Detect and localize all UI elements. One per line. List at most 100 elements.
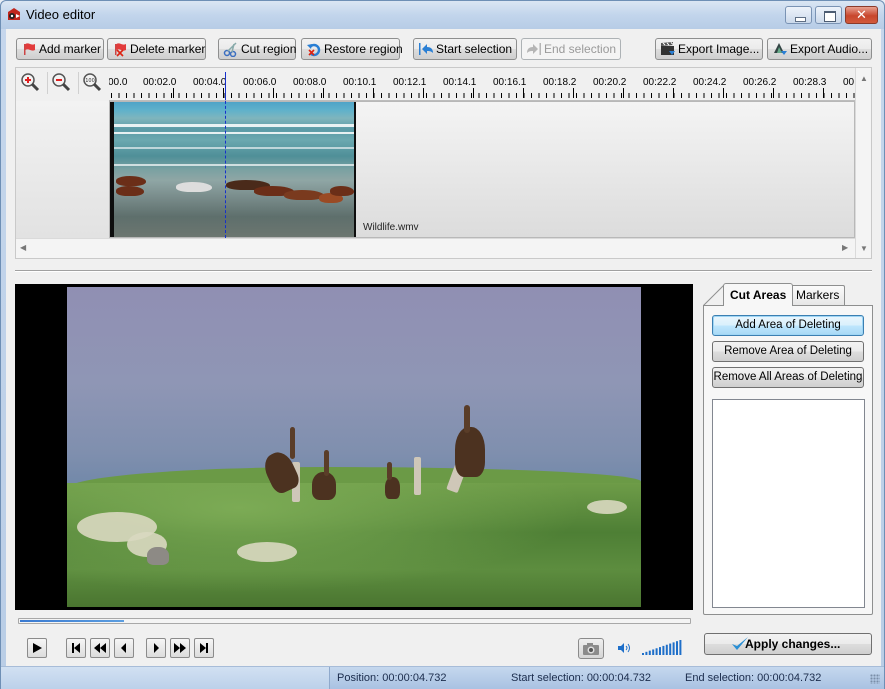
scissors-icon — [223, 42, 237, 57]
step-back-button[interactable] — [114, 638, 134, 658]
snapshot-button[interactable] — [578, 638, 604, 659]
skip-to-start-icon — [72, 643, 80, 653]
cut-areas-list[interactable] — [712, 399, 865, 608]
tab-edge-decoration — [703, 285, 724, 306]
add-marker-button[interactable]: Add marker — [16, 38, 104, 60]
ruler-major-tick — [573, 88, 574, 98]
progress-fill — [20, 620, 124, 622]
video-clip[interactable] — [110, 102, 356, 237]
volume-bar — [662, 645, 665, 655]
timeline-horizontal-scrollbar[interactable]: ◀ ▶ — [16, 238, 855, 258]
scroll-down-arrow-icon[interactable]: ▼ — [860, 244, 868, 253]
end-selection-label: End selection — [544, 42, 617, 56]
zoom-in-button[interactable] — [19, 72, 45, 94]
red-flag-icon — [24, 43, 35, 55]
ruler-major-tick — [723, 88, 724, 98]
volume-slider[interactable] — [641, 639, 683, 655]
ruler-label: 00:04.0 — [193, 77, 227, 88]
video-preview[interactable] — [15, 284, 693, 610]
title-bar[interactable]: Video editor ✕ — [1, 1, 884, 29]
fast-forward-icon — [174, 643, 186, 653]
ruler-label: 00:14.1 — [443, 77, 477, 88]
audio-export-icon — [774, 43, 787, 55]
volume-bar — [672, 642, 675, 655]
zoom-actual-size-icon: 100 — [83, 73, 102, 92]
close-icon: ✕ — [856, 7, 867, 22]
step-forward-button[interactable] — [146, 638, 166, 658]
video-editor-window: Video editor ✕ Add marker Delete marker … — [0, 0, 885, 689]
ruler-major-tick — [273, 88, 274, 98]
panel-splitter[interactable] — [15, 270, 872, 272]
end-selection-icon — [527, 43, 541, 55]
ruler-label: 00:16.1 — [493, 77, 527, 88]
ruler-major-tick — [423, 88, 424, 98]
ruler-label: 00:24.2 — [693, 77, 727, 88]
ruler-major-tick — [373, 88, 374, 98]
step-forward-icon — [154, 643, 159, 653]
volume-bar — [659, 647, 661, 655]
restore-region-button[interactable]: Restore region — [301, 38, 403, 60]
zoom-in-icon — [21, 73, 40, 92]
minimize-button[interactable] — [785, 6, 812, 24]
add-area-button[interactable]: Add Area of Deleting — [712, 315, 864, 336]
go-to-start-button[interactable] — [66, 638, 86, 658]
delete-flag-icon — [115, 43, 126, 57]
clip-thumbnail — [114, 102, 354, 237]
tab-markers[interactable]: Markers — [790, 285, 846, 305]
fast-rewind-icon — [94, 643, 106, 653]
scroll-right-arrow-icon[interactable]: ▶ — [842, 243, 848, 252]
track-header — [16, 101, 109, 238]
playhead-line[interactable] — [225, 76, 226, 238]
video-track[interactable]: Wildlife.wmv — [109, 101, 855, 238]
cut-region-button[interactable]: Cut region — [218, 38, 296, 60]
remove-all-areas-button[interactable]: Remove All Areas of Deleting — [712, 367, 864, 388]
side-tab-control: Cut Areas Markers Add Area of Deleting R… — [703, 283, 873, 615]
ruler-major-tick — [223, 88, 224, 98]
scroll-left-arrow-icon[interactable]: ◀ — [20, 243, 26, 252]
cut-region-label: Cut region — [241, 42, 297, 56]
playback-progress-bar[interactable] — [18, 618, 691, 624]
skip-to-end-icon — [200, 643, 208, 653]
ruler-major-tick — [173, 88, 174, 98]
remove-area-button[interactable]: Remove Area of Deleting — [712, 341, 864, 362]
ruler-label: 00 — [843, 77, 855, 88]
fast-forward-button[interactable] — [170, 638, 190, 658]
apply-changes-button[interactable]: Apply changes... — [704, 633, 872, 655]
resize-grip[interactable] — [870, 674, 880, 684]
go-to-end-button[interactable] — [194, 638, 214, 658]
export-image-label: Export Image... — [678, 42, 760, 56]
speaker-icon[interactable] — [617, 641, 631, 655]
ruler-label: 00:18.2 — [543, 77, 577, 88]
apply-changes-label: Apply changes... — [745, 637, 841, 651]
timeline-panel: 100 00.0 00:02.0 00:04.0 00:06.0 00:08.0 00:1… — [15, 67, 872, 259]
status-start-selection: Start selection: 00:00:04.732 — [511, 672, 652, 684]
start-selection-button[interactable]: Start selection — [413, 38, 517, 60]
volume-bar — [679, 640, 682, 655]
export-audio-button[interactable]: Export Audio... — [767, 38, 872, 60]
maximize-button[interactable] — [815, 6, 842, 24]
clapperboard-icon — [661, 42, 675, 55]
ruler-label: 00:20.2 — [593, 77, 627, 88]
volume-bar — [648, 650, 651, 655]
zoom-out-button[interactable] — [50, 72, 76, 94]
zoom-100-button[interactable]: 100 — [81, 72, 107, 94]
ruler-major-tick — [623, 88, 624, 98]
fast-rewind-button[interactable] — [90, 638, 110, 658]
tab-cut-areas[interactable]: Cut Areas — [723, 283, 794, 306]
export-image-button[interactable]: Export Image... — [655, 38, 763, 60]
volume-bar — [676, 641, 678, 655]
ruler-major-tick — [323, 88, 324, 98]
delete-marker-label: Delete marker — [130, 42, 206, 56]
time-ruler[interactable]: 00.0 00:02.0 00:04.0 00:06.0 00:08.0 00:10.1 0… — [109, 68, 855, 100]
close-button[interactable]: ✕ — [845, 6, 878, 24]
timeline-vertical-scrollbar[interactable]: ▲ ▼ — [855, 68, 871, 258]
delete-marker-button[interactable]: Delete marker — [107, 38, 206, 60]
ruler-label: 00:12.1 — [393, 77, 427, 88]
scroll-up-arrow-icon[interactable]: ▲ — [860, 74, 868, 83]
volume-bar — [655, 648, 658, 655]
ruler-major-tick — [673, 88, 674, 98]
end-selection-button[interactable]: End selection — [521, 38, 621, 60]
play-button[interactable] — [27, 638, 47, 658]
cut-areas-panel: Add Area of Deleting Remove Area of Dele… — [703, 305, 873, 615]
ruler-label: 00:28.3 — [793, 77, 827, 88]
